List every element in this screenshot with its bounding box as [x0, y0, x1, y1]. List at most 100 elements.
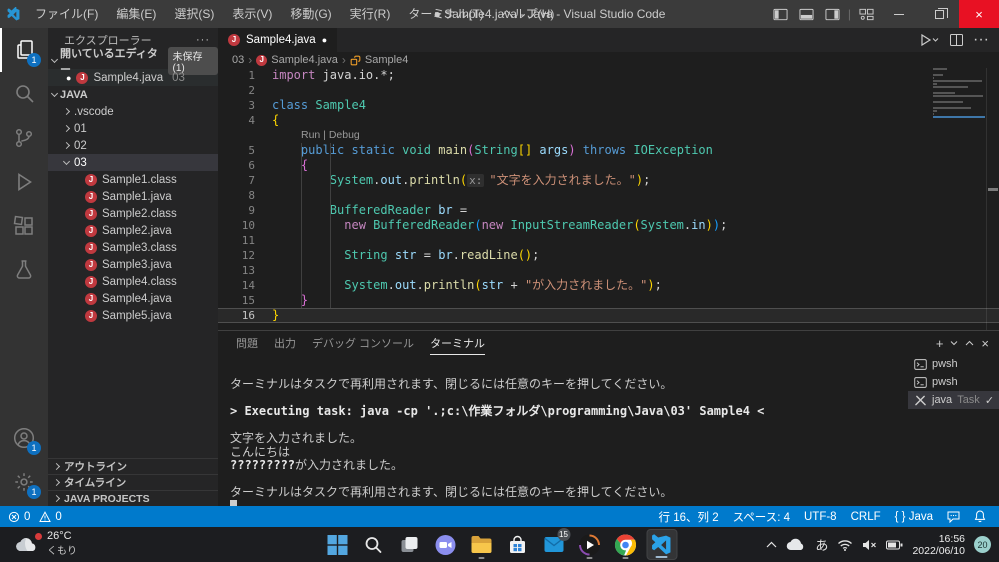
wifi-icon[interactable]	[837, 539, 853, 551]
toggle-panel-icon[interactable]	[794, 0, 820, 28]
menu-ヘルプ(H)[interactable]: ヘルプ(H)	[493, 0, 564, 28]
minimap[interactable]	[933, 68, 985, 118]
toggle-secondary-sidebar-icon[interactable]	[820, 0, 846, 28]
run-java-button[interactable]	[920, 34, 940, 46]
panel-tab-出力[interactable]: 出力	[274, 331, 296, 355]
terminal-item-pwsh-0[interactable]: pwsh	[908, 355, 999, 373]
menu-ターミナル(T)[interactable]: ターミナル(T)	[399, 0, 492, 28]
vscode-logo-icon[interactable]	[0, 6, 26, 22]
notification-count-badge[interactable]: 20	[974, 536, 991, 553]
split-editor-icon[interactable]	[950, 34, 964, 46]
file-Sample4.class[interactable]: J Sample4.class	[48, 273, 218, 290]
codelens-run-debug[interactable]: Run | Debug	[218, 128, 999, 143]
activitybar-item-explorer[interactable]: 1	[0, 28, 48, 72]
onedrive-icon[interactable]	[786, 538, 806, 551]
terminal-dropdown-icon[interactable]	[950, 340, 958, 346]
file-Sample3.class[interactable]: J Sample3.class	[48, 239, 218, 256]
taskbar-chat-button[interactable]	[430, 529, 461, 560]
breadcrumb-item-03[interactable]: 03	[232, 54, 244, 66]
taskbar-media-player-button[interactable]	[574, 529, 605, 560]
panel-tab-問題[interactable]: 問題	[236, 331, 258, 355]
line-text	[255, 233, 272, 248]
section-JAVA PROJECTS[interactable]: JAVA PROJECTS	[48, 490, 218, 506]
terminal-item-pwsh-1[interactable]: pwsh	[908, 373, 999, 391]
activitybar-item-source-control[interactable]	[0, 116, 48, 160]
panel-tab-ターミナル[interactable]: ターミナル	[430, 331, 485, 355]
volume-mute-icon[interactable]	[862, 539, 877, 551]
status-eol[interactable]: CRLF	[844, 511, 888, 523]
breadcrumb-item-Sample4[interactable]: Sample4	[365, 54, 408, 66]
menu-ファイル(F)[interactable]: ファイル(F)	[26, 0, 107, 28]
terminal-output[interactable]: ターミナルはタスクで再利用されます、閉じるには任意のキーを押してください。 > …	[230, 377, 904, 513]
activitybar-item-run-debug[interactable]	[0, 160, 48, 204]
folder-02[interactable]: 02	[48, 137, 218, 154]
menu-選択(S)[interactable]: 選択(S)	[165, 0, 223, 28]
taskbar-chrome-button[interactable]	[610, 529, 641, 560]
customize-layout-icon[interactable]	[853, 0, 879, 28]
feedback-icon[interactable]	[940, 511, 967, 523]
status-encoding[interactable]: UTF-8	[797, 511, 844, 523]
bell-icon[interactable]	[967, 510, 993, 523]
menu-表示(V)[interactable]: 表示(V)	[223, 0, 281, 28]
menu-実行(R)[interactable]: 実行(R)	[341, 0, 400, 28]
minimap-line	[933, 68, 947, 70]
status-indentation[interactable]: スペース: 4	[726, 509, 797, 525]
menu-移動(G)[interactable]: 移動(G)	[281, 0, 340, 28]
code-editor[interactable]: 1 import java.io.*; 2 3 class Sample4 4{Run |…	[218, 68, 999, 330]
battery-icon[interactable]	[886, 540, 903, 550]
folder-01[interactable]: 01	[48, 120, 218, 137]
folder-03[interactable]: 03	[48, 154, 218, 171]
status-language-mode[interactable]: { } Java	[888, 511, 940, 523]
file-Sample5.java[interactable]: J Sample5.java	[48, 307, 218, 324]
file-Sample1.java[interactable]: J Sample1.java	[48, 188, 218, 205]
activitybar-item-accounts[interactable]: 1	[0, 416, 48, 460]
menu-編集(E)[interactable]: 編集(E)	[107, 0, 165, 28]
taskbar-mail-button[interactable]: 15	[538, 528, 570, 560]
minimap-line	[933, 74, 943, 76]
restore-button[interactable]	[919, 0, 959, 28]
terminal-item-java-2[interactable]: java Task ✓	[908, 391, 999, 409]
ime-indicator[interactable]: あ	[815, 535, 828, 554]
section-タイムライン[interactable]: タイムライン	[48, 474, 218, 490]
panel-tab-デバッグ コンソール[interactable]: デバッグ コンソール	[312, 331, 414, 355]
chevron-right-icon	[62, 124, 71, 133]
activitybar-item-testing[interactable]	[0, 248, 48, 292]
taskbar-store-button[interactable]	[502, 529, 533, 560]
activitybar-item-settings[interactable]: 1	[0, 460, 48, 504]
new-terminal-button[interactable]: +	[936, 336, 944, 351]
overview-ruler[interactable]	[986, 68, 999, 330]
folder-name: 02	[74, 139, 87, 152]
taskbar-vscode-button[interactable]	[646, 529, 677, 560]
tray-expand-icon[interactable]	[766, 541, 777, 548]
breadcrumb-item-Sample4.java[interactable]: Sample4.java	[271, 54, 338, 66]
more-actions-icon[interactable]: ···	[973, 31, 989, 49]
file-Sample1.class[interactable]: J Sample1.class	[48, 171, 218, 188]
open-editors-section[interactable]: 開いているエディター 未保存 (1)	[48, 46, 218, 76]
file-Sample3.java[interactable]: J Sample3.java	[48, 256, 218, 273]
close-panel-icon[interactable]: ×	[981, 336, 989, 351]
file-Sample2.java[interactable]: J Sample2.java	[48, 222, 218, 239]
file-Sample2.class[interactable]: J Sample2.class	[48, 205, 218, 222]
status-cursor-position[interactable]: 行 16、列 2	[652, 509, 726, 525]
more-actions-icon[interactable]: ···	[196, 34, 210, 46]
file-name: Sample3.java	[102, 258, 172, 271]
folder-.vscode[interactable]: .vscode	[48, 103, 218, 120]
taskbar-search-button[interactable]	[358, 529, 389, 560]
file-Sample4.java[interactable]: J Sample4.java	[48, 290, 218, 307]
weather-widget[interactable]: 26°C くもり	[14, 530, 77, 557]
section-アウトライン[interactable]: アウトライン	[48, 458, 218, 474]
activitybar-item-extensions[interactable]	[0, 204, 48, 248]
toggle-sidebar-icon[interactable]	[768, 0, 794, 28]
taskbar-task-view-button[interactable]	[394, 529, 425, 560]
taskbar-file-explorer-button[interactable]	[466, 529, 497, 560]
activitybar-item-search[interactable]	[0, 72, 48, 116]
taskbar-clock[interactable]: 16:56 2022/06/10	[912, 533, 965, 557]
close-button[interactable]: ×	[959, 0, 999, 28]
problems-status[interactable]: 0 0	[0, 511, 62, 523]
running-indicator	[655, 556, 668, 558]
taskbar-start-button[interactable]	[322, 529, 353, 560]
tab-sample4-java[interactable]: J Sample4.java ●	[218, 28, 338, 52]
maximize-panel-icon[interactable]	[965, 340, 974, 346]
workspace-section[interactable]: JAVA	[48, 86, 218, 103]
minimize-button[interactable]	[879, 0, 919, 28]
